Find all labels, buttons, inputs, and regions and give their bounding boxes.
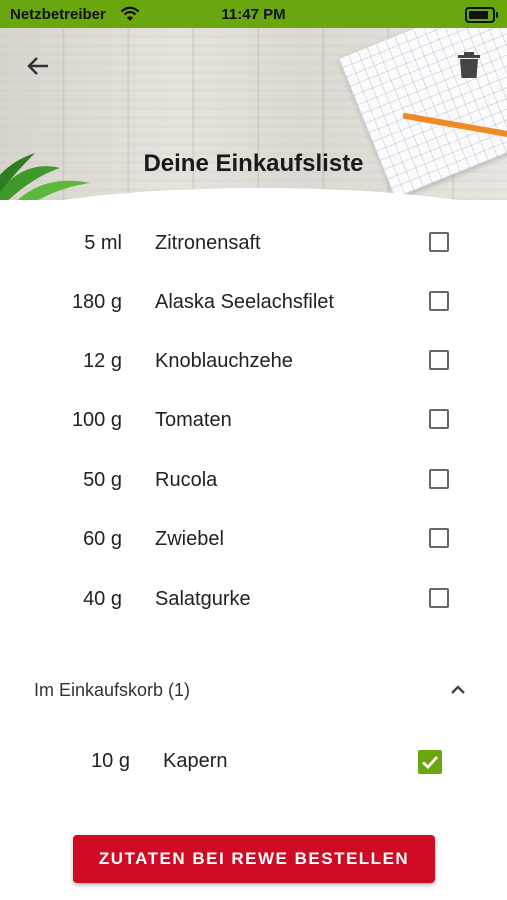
item-checkbox[interactable] [429, 588, 449, 608]
basket-section-toggle[interactable]: Im Einkaufskorb (1) [0, 676, 507, 706]
list-item: 50 g Rucola [0, 461, 507, 501]
delete-list-button[interactable] [455, 50, 483, 80]
item-name: Rucola [155, 469, 218, 491]
list-item: 100 g Tomaten [0, 401, 507, 441]
trash-icon [458, 52, 480, 78]
item-quantity: 100 g [71, 409, 122, 431]
battery-icon [465, 7, 498, 23]
item-quantity: 180 g [71, 291, 122, 313]
page-title: Deine Einkaufsliste [143, 150, 364, 177]
status-bar: Netzbetreiber 11:47 PM [0, 0, 507, 28]
back-button[interactable] [22, 50, 54, 82]
item-name: Tomaten [155, 409, 232, 431]
basket-item-name: Kapern [163, 750, 228, 772]
list-item: 40 g Salatgurke [0, 580, 507, 620]
item-checkbox[interactable] [429, 409, 449, 429]
item-checkbox[interactable] [429, 291, 449, 311]
item-quantity: 5 ml [84, 232, 122, 254]
item-quantity: 40 g [83, 588, 122, 610]
basket-item-checkbox[interactable] [418, 750, 442, 774]
list-item: 5 ml Zitronensaft [0, 224, 507, 264]
item-name: Zwiebel [155, 528, 224, 550]
item-name: Zitronensaft [155, 232, 261, 254]
item-name: Alaska Seelachsfilet [155, 291, 334, 313]
list-item: 12 g Knoblauchzehe [0, 342, 507, 382]
item-checkbox[interactable] [429, 528, 449, 548]
order-at-rewe-button[interactable]: ZUTATEN BEI REWE BESTELLEN [73, 835, 435, 883]
item-name: Salatgurke [155, 588, 251, 610]
chevron-up-icon [451, 685, 465, 694]
item-checkbox[interactable] [429, 350, 449, 370]
item-quantity: 12 g [83, 350, 122, 372]
item-checkbox[interactable] [429, 469, 449, 489]
item-quantity: 50 g [83, 469, 122, 491]
clock: 11:47 PM [221, 6, 286, 23]
item-name: Knoblauchzehe [155, 350, 293, 372]
list-item: 60 g Zwiebel [0, 520, 507, 560]
list-item: 180 g Alaska Seelachsfilet [0, 283, 507, 323]
arrow-left-icon [27, 57, 48, 75]
item-checkbox[interactable] [429, 232, 449, 252]
item-quantity: 60 g [83, 528, 122, 550]
basket-item-quantity: 10 g [91, 750, 130, 772]
basket-section-label: Im Einkaufskorb (1) [34, 680, 191, 700]
